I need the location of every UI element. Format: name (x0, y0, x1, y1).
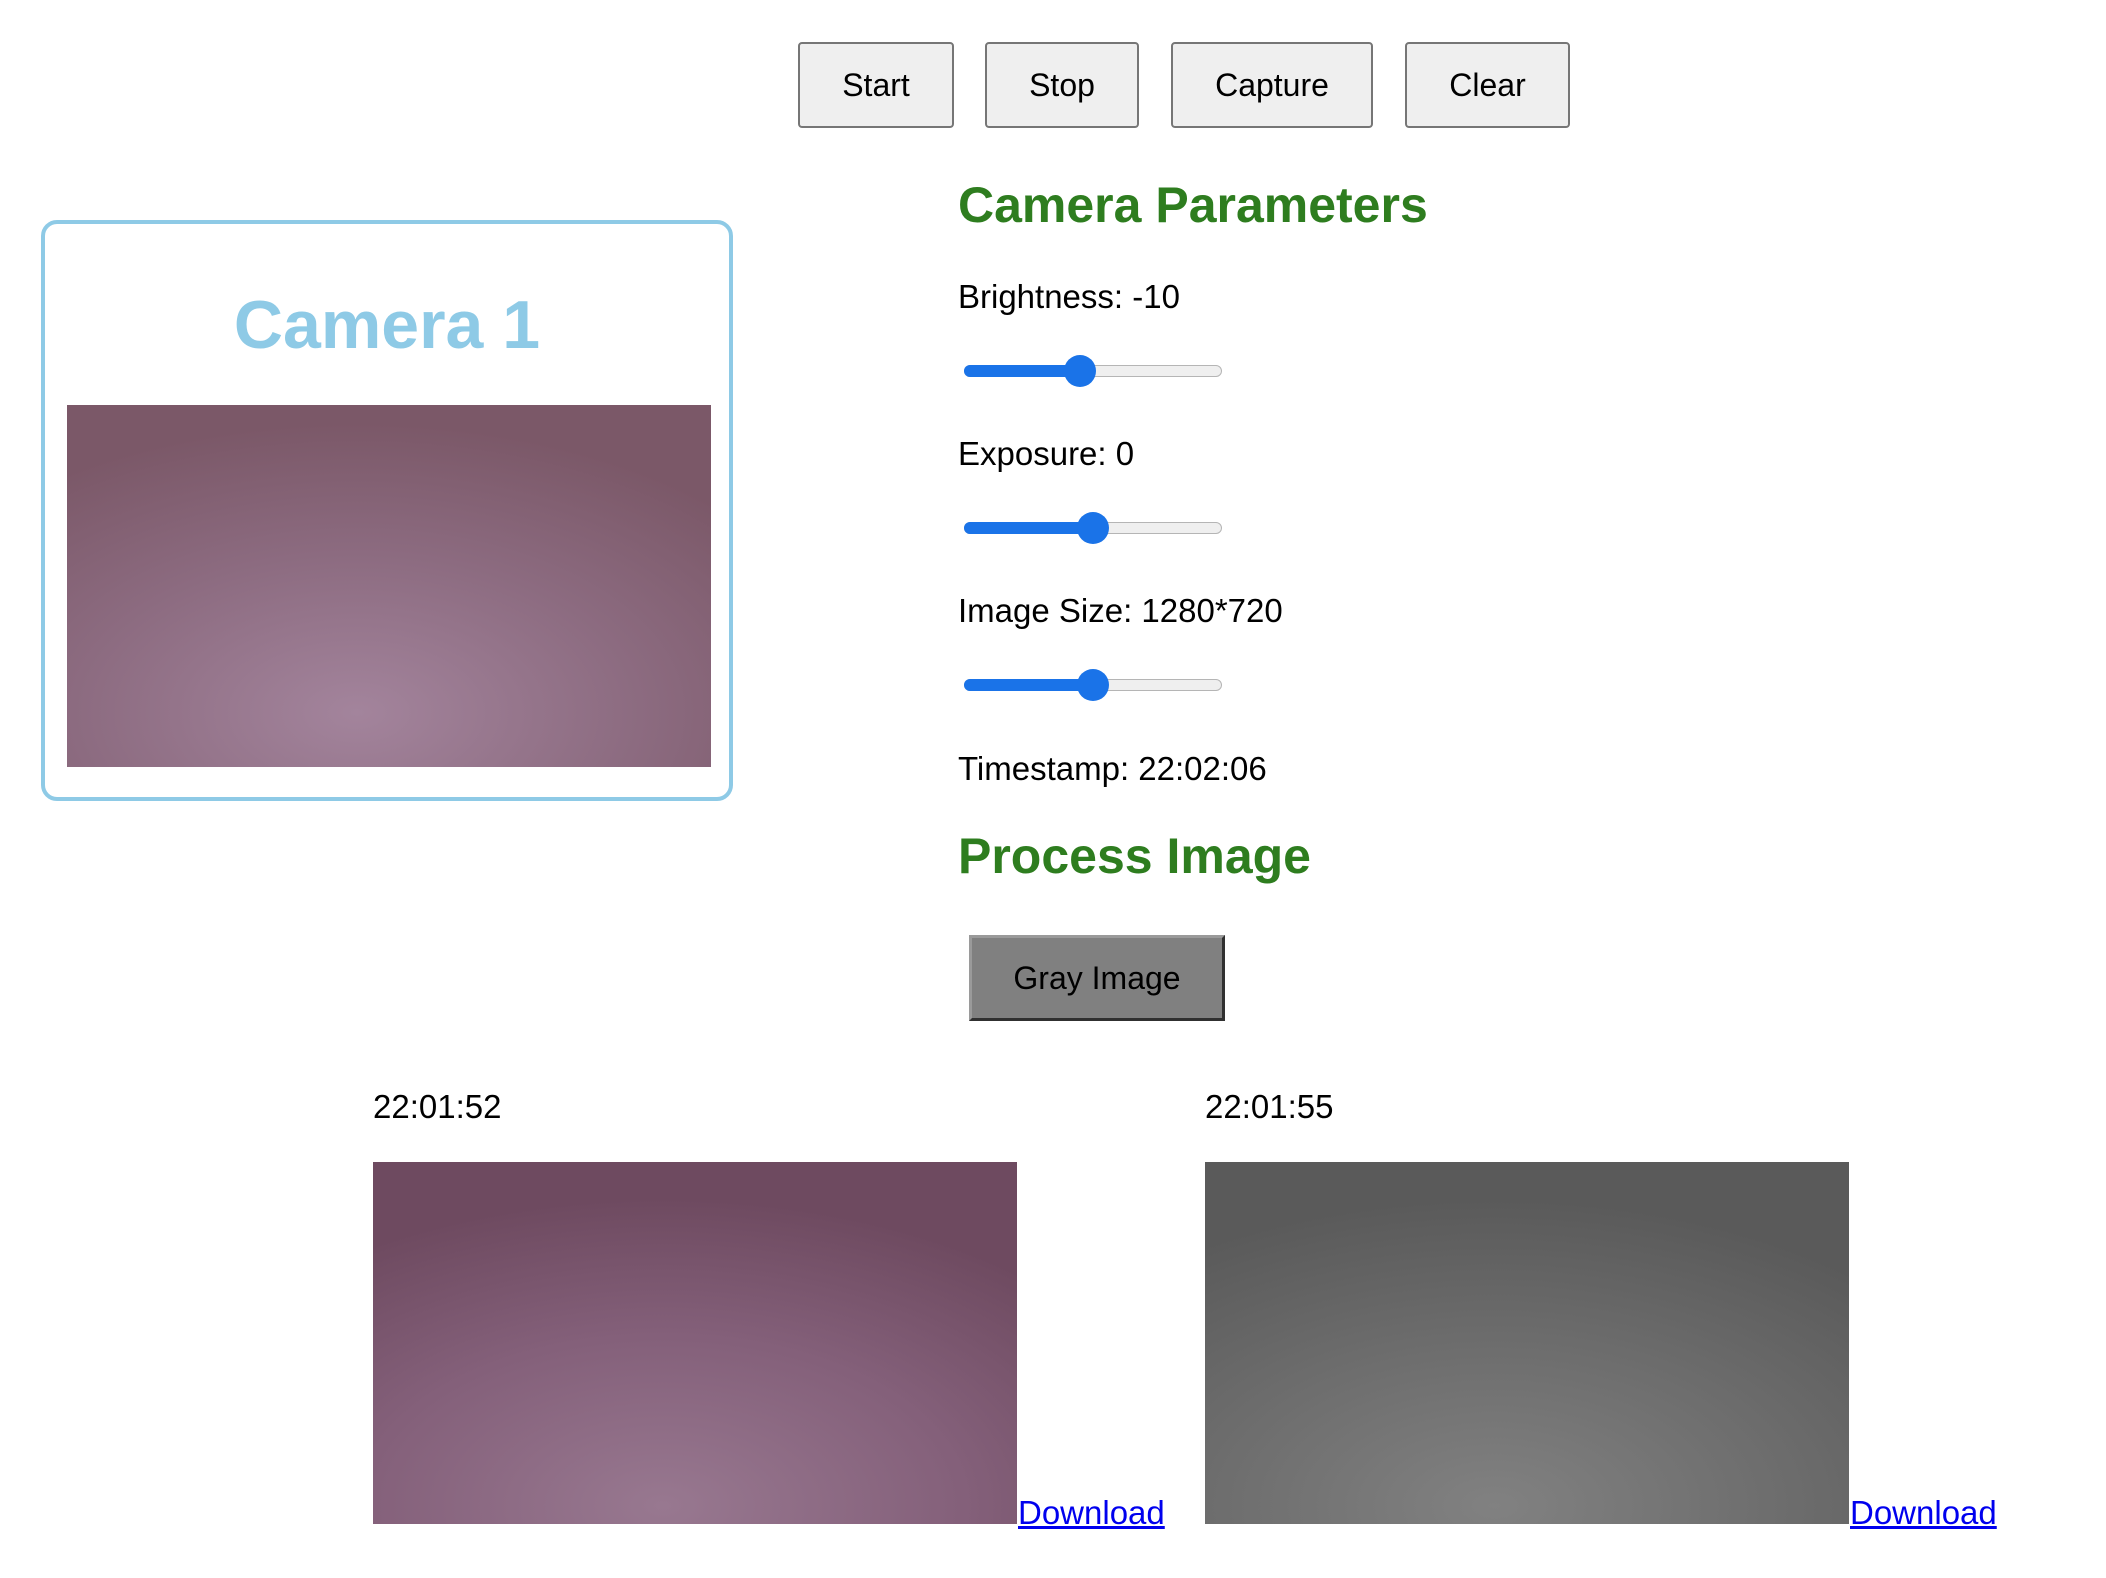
capture-button[interactable]: Capture (1171, 42, 1373, 128)
stop-button[interactable]: Stop (985, 42, 1139, 128)
clear-button[interactable]: Clear (1405, 42, 1570, 128)
captured-image (373, 1162, 1017, 1524)
slider-thumb[interactable] (1064, 355, 1097, 387)
download-link[interactable]: Download (1018, 1494, 1165, 1532)
camera-parameters-heading: Camera Parameters (958, 177, 1428, 233)
brightness-slider[interactable] (964, 351, 1222, 391)
slider-fill (964, 365, 1081, 377)
slider-fill (964, 679, 1093, 691)
gray-image-button[interactable]: Gray Image (969, 935, 1225, 1021)
camera-feed (67, 405, 711, 767)
exposure-label: Exposure: 0 (958, 435, 1135, 472)
camera-card: Camera 1 (41, 220, 733, 801)
slider-thumb[interactable] (1077, 512, 1109, 544)
slider-thumb[interactable] (1077, 669, 1109, 701)
capture-time: 22:01:52 (373, 1088, 502, 1125)
process-image-heading: Process Image (958, 828, 1311, 884)
image-size-label: Image Size: 1280*720 (958, 592, 1283, 629)
capture-time: 22:01:55 (1205, 1088, 1334, 1125)
camera-title: Camera 1 (233, 287, 541, 363)
captured-gray-image (1205, 1162, 1849, 1524)
slider-fill (964, 522, 1093, 534)
exposure-slider[interactable] (964, 508, 1222, 548)
download-link[interactable]: Download (1850, 1494, 1997, 1532)
timestamp-label: Timestamp: 22:02:06 (958, 750, 1267, 787)
brightness-label: Brightness: -10 (958, 278, 1180, 315)
start-button[interactable]: Start (798, 42, 954, 128)
image-size-slider[interactable] (964, 665, 1222, 705)
